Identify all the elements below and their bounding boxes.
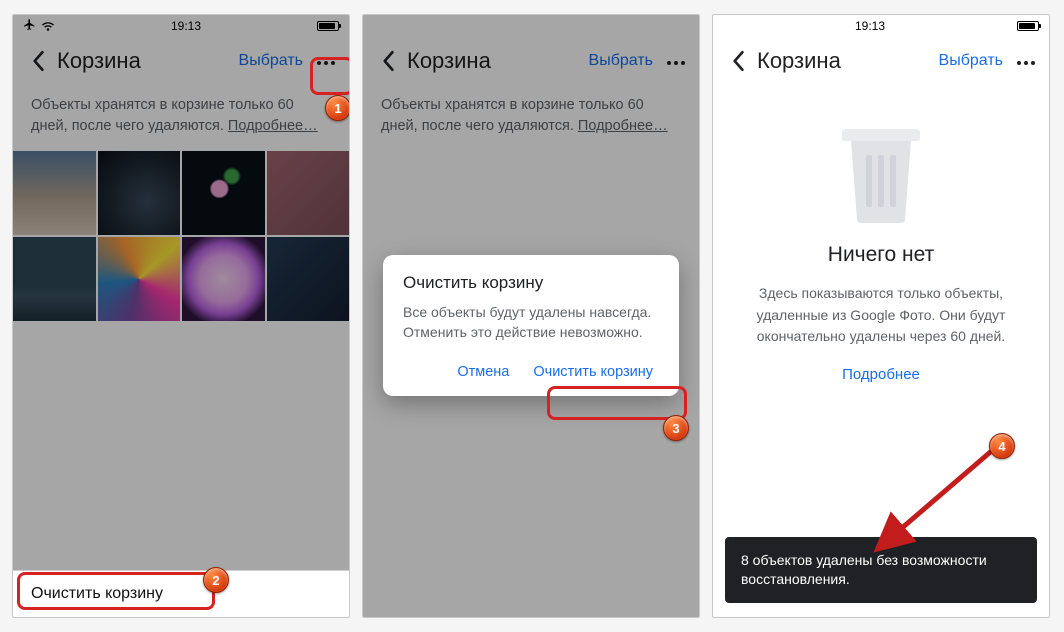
content-dim-layer: Корзина Выбрать Объекты хранятся в корзи…: [13, 37, 349, 321]
callout-badge: 4: [989, 433, 1015, 459]
dialog-title: Очистить корзину: [403, 273, 659, 293]
empty-desc: Здесь показываются только объекты, удале…: [739, 283, 1023, 348]
dialog-body: Все объекты будут удалены навсегда. Отме…: [403, 303, 659, 342]
confirm-empty-button[interactable]: Очистить корзину: [527, 356, 659, 388]
highlight-box-confirm: [547, 386, 687, 420]
page-title: Корзина: [757, 48, 933, 74]
callout-badge: 1: [325, 95, 350, 121]
confirm-dialog: Очистить корзину Все объекты будут удале…: [383, 255, 679, 396]
cancel-button[interactable]: Отмена: [451, 356, 515, 388]
nav-bar: Корзина Выбрать: [713, 37, 1049, 85]
select-button[interactable]: Выбрать: [933, 48, 1009, 74]
status-bar: 19:13: [713, 15, 1049, 37]
back-button[interactable]: [725, 48, 751, 74]
empty-state: Ничего нет Здесь показываются только объ…: [713, 85, 1049, 391]
empty-title: Ничего нет: [828, 243, 934, 267]
phone-2: 19:13 Корзина Выбрать Объекты хранятся в…: [362, 14, 700, 618]
callout-badge: 3: [663, 415, 689, 441]
more-icon: [1016, 52, 1037, 70]
battery-icon: [1017, 21, 1039, 31]
overlay-dim: [13, 15, 349, 617]
highlight-box-sheet: [17, 572, 215, 610]
empty-more-link[interactable]: Подробнее: [842, 366, 920, 383]
status-time: 19:13: [855, 19, 885, 33]
phone-1: 19:13 Корзина Выбрать Объекты хранятся в…: [12, 14, 350, 618]
callout-badge: 2: [203, 567, 229, 593]
trash-icon: [831, 115, 931, 225]
dialog-actions: Отмена Очистить корзину: [403, 356, 659, 388]
annotation-arrow: [865, 440, 1005, 560]
more-button[interactable]: [1009, 46, 1043, 76]
phone-3: 19:13 Корзина Выбрать Ничего нет: [712, 14, 1050, 618]
highlight-box-more: [310, 57, 350, 95]
